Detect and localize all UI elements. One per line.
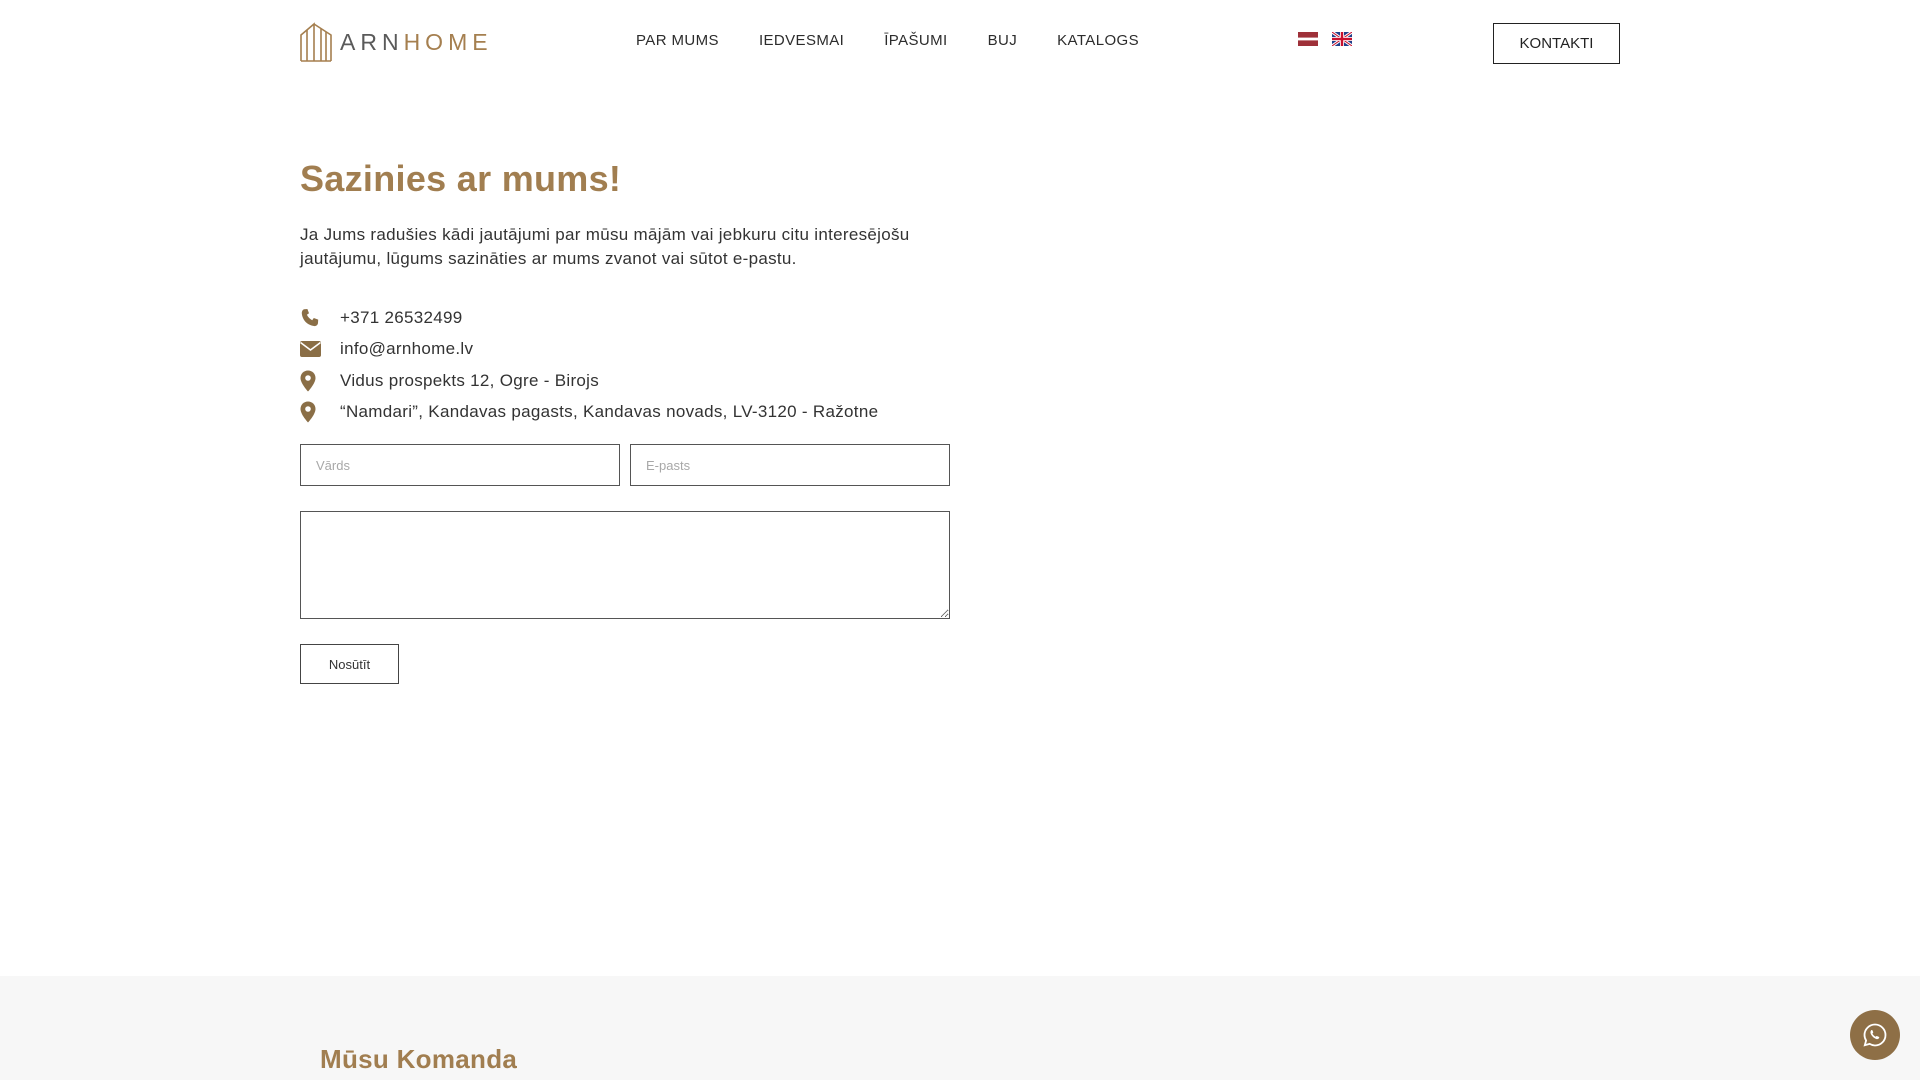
house-logo-icon: [300, 22, 332, 62]
uk-flag-icon[interactable]: [1332, 32, 1352, 46]
nav-item-iedvesmai[interactable]: IEDVESMAI: [759, 32, 844, 49]
map-pin-icon: [300, 401, 328, 423]
brand-name-part1: ARN: [340, 28, 404, 55]
kontakti-button[interactable]: KONTAKTI: [1493, 23, 1620, 64]
whatsapp-button[interactable]: [1850, 1010, 1900, 1060]
brand-logo[interactable]: ARNHOME: [300, 22, 493, 62]
latvia-flag-icon[interactable]: [1298, 32, 1318, 46]
contact-email-row[interactable]: info@arnhome.lv: [300, 334, 878, 366]
name-input[interactable]: [300, 444, 620, 486]
team-title: Mūsu Komanda: [320, 1044, 518, 1074]
nav-item-ipasumi[interactable]: ĪPAŠUMI: [884, 32, 947, 49]
phone-icon: [300, 307, 328, 329]
whatsapp-icon: [1863, 1023, 1887, 1047]
office-address: Vidus prospekts 12, Ogre - Birojs: [340, 370, 600, 390]
email-input[interactable]: [630, 444, 950, 486]
contact-factory-row: “Namdari”, Kandavas pagasts, Kandavas no…: [300, 397, 878, 429]
factory-address: “Namdari”, Kandavas pagasts, Kandavas no…: [340, 402, 879, 422]
message-textarea[interactable]: [300, 511, 950, 619]
brand-wordmark: ARNHOME: [340, 28, 493, 55]
language-switcher: [1298, 32, 1366, 46]
site-header: ARNHOME PAR MUMS IEDVESMAI ĪPAŠUMI BUJ K…: [0, 0, 1920, 86]
nav-item-buj[interactable]: BUJ: [988, 32, 1018, 49]
envelope-icon: [300, 338, 328, 360]
contact-info-list: +371 26532499 info@arnhome.lv Vidus pros…: [300, 302, 878, 428]
brand-name-part2: HOME: [403, 28, 493, 55]
main-nav: PAR MUMS IEDVESMAI ĪPAŠUMI BUJ KATALOGS: [636, 32, 1139, 49]
page-title: Sazinies ar mums!: [300, 158, 622, 199]
map-pin-icon: [300, 370, 328, 392]
nav-item-katalogs[interactable]: KATALOGS: [1057, 32, 1139, 49]
contact-phone-row[interactable]: +371 26532499: [300, 302, 878, 334]
phone-number[interactable]: +371 26532499: [340, 308, 463, 328]
contact-intro: Ja Jums radušies kādi jautājumi par mūsu…: [300, 225, 910, 268]
email-address[interactable]: info@arnhome.lv: [340, 339, 473, 359]
contact-office-row: Vidus prospekts 12, Ogre - Birojs: [300, 365, 878, 397]
team-section: Mūsu Komanda: [0, 976, 1920, 1080]
nav-item-par-mums[interactable]: PAR MUMS: [636, 32, 719, 49]
submit-button[interactable]: Nosūtīt: [300, 644, 399, 684]
